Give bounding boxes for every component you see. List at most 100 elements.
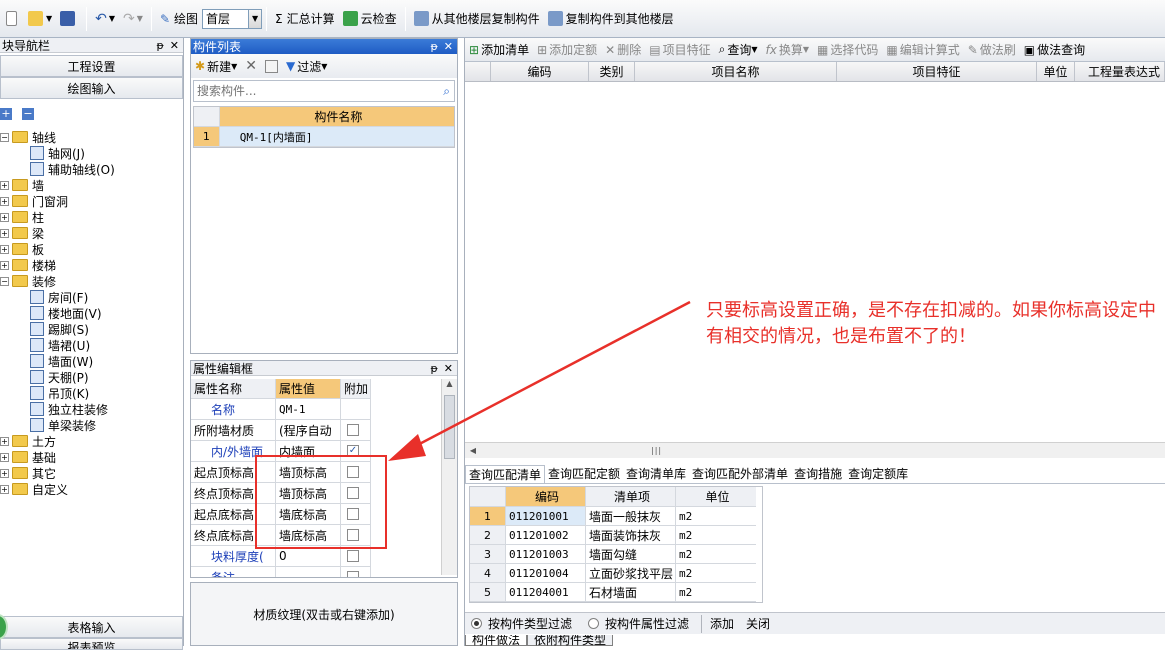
add-button[interactable]: 添加 (710, 615, 734, 632)
tree-folder-item[interactable]: + 梁 (0, 225, 183, 241)
property-value[interactable]: 0 (276, 546, 341, 567)
table-input-button[interactable]: 表格输入 (0, 616, 183, 638)
tree-folder-item[interactable]: + 柱 (0, 209, 183, 225)
expand-icon[interactable]: + (0, 452, 9, 462)
tree-folder-item[interactable]: + 墙 (0, 177, 183, 193)
query-tab[interactable]: 查询匹配清单 (465, 464, 546, 483)
save-button[interactable] (56, 6, 82, 32)
delete-button[interactable]: ✕ 删除 (601, 38, 645, 61)
property-value[interactable]: 内墙面 (276, 441, 341, 462)
method-grid-body[interactable] (465, 82, 1165, 442)
item-feature-button[interactable]: ▤ 项目特征 (645, 38, 714, 61)
property-value[interactable]: 墙底标高 (276, 504, 341, 525)
expand-icon[interactable]: + (0, 180, 9, 190)
collapse-icon[interactable]: − (0, 276, 9, 286)
sum-calc-button[interactable]: Σ 汇总计算 (271, 6, 339, 32)
pin-icon[interactable]: ᵽ (156, 39, 163, 52)
tree-folder-item[interactable]: + 自定义 (0, 481, 183, 497)
draw-button[interactable]: ✎ 绘图 (156, 6, 202, 32)
tree-folder-item[interactable]: + 板 (0, 241, 183, 257)
tree-folder-item[interactable]: + 其它 (0, 465, 183, 481)
property-row[interactable]: 备注 (191, 567, 457, 577)
property-value[interactable]: 墙底标高 (276, 525, 341, 546)
filter-button[interactable]: ▼ 过滤 ▼ (286, 58, 327, 75)
property-scrollbar[interactable]: ▲ (441, 379, 457, 575)
tab-component-method[interactable]: 构件做法 (465, 635, 528, 646)
collapse-all-icon[interactable]: − (22, 108, 34, 120)
checkbox-icon[interactable] (347, 508, 359, 520)
method-query-button[interactable]: ▣ 做法查询 (1020, 38, 1089, 61)
property-row[interactable]: 起点顶标高 墙顶标高 (191, 462, 457, 483)
close-icon[interactable]: ✕ (170, 39, 179, 52)
component-search-input[interactable] (194, 84, 424, 98)
cloud-check-button[interactable]: 云检查 (339, 6, 401, 32)
tree-leaf-item[interactable]: 独立柱装修 (0, 401, 183, 417)
tree-leaf-item[interactable]: 单梁装修 (0, 417, 183, 433)
checkbox-icon[interactable] (347, 466, 359, 478)
tree-leaf-item[interactable]: 房间(F) (0, 289, 183, 305)
scroll-thumb[interactable] (444, 395, 455, 459)
property-row[interactable]: 起点底标高 墙底标高 (191, 504, 457, 525)
property-row[interactable]: 所附墙材质 (程序自动 (191, 420, 457, 441)
table-row[interactable]: 2 011201002 墙面装饰抹灰 m2 (470, 526, 762, 545)
expand-icon[interactable]: + (0, 244, 9, 254)
report-preview-button[interactable]: 报表预览 (0, 638, 183, 650)
property-row[interactable]: 名称 QM-1 (191, 399, 457, 420)
copy-from-floor-button[interactable]: 从其他楼层复制构件 (410, 6, 544, 32)
table-row[interactable]: 1 011201001 墙面一般抹灰 m2 (470, 507, 762, 526)
tree-leaf-item[interactable]: 墙面(W) (0, 353, 183, 369)
horizontal-scrollbar[interactable]: ◀ ||| (465, 442, 1165, 458)
undo-button[interactable]: ↶ ▼ (91, 6, 119, 32)
copy-to-floor-button[interactable]: 复制构件到其他楼层 (544, 6, 678, 32)
tree-folder-item[interactable]: − 装修 (0, 273, 183, 289)
expand-icon[interactable]: + (0, 468, 9, 478)
add-quota-button[interactable]: ⊞ 添加定额 (533, 38, 601, 61)
table-row[interactable]: 1 QM-1[内墙面] (194, 127, 454, 147)
tree-leaf-item[interactable]: 轴网(J) (0, 145, 183, 161)
query-button[interactable]: ⌕ 查询 ▼ (715, 38, 762, 61)
tree-folder-item[interactable]: + 基础 (0, 449, 183, 465)
property-value[interactable]: QM-1 (276, 399, 341, 420)
scroll-grip-icon[interactable]: ||| (651, 446, 662, 455)
copy-component-icon[interactable] (264, 59, 278, 73)
tree-leaf-item[interactable]: 踢脚(S) (0, 321, 183, 337)
scroll-up-icon[interactable]: ▲ (442, 379, 457, 393)
query-tab[interactable]: 查询清单库 (623, 465, 689, 483)
property-row[interactable]: 终点底标高 墙底标高 (191, 525, 457, 546)
property-row[interactable]: 内/外墙面 内墙面 ✓ (191, 441, 457, 462)
checkbox-icon[interactable] (347, 550, 359, 562)
checkbox-checked-icon[interactable]: ✓ (347, 445, 359, 457)
scroll-left-icon[interactable]: ◀ (465, 446, 481, 455)
query-tab[interactable]: 查询定额库 (845, 465, 911, 483)
property-value[interactable]: (程序自动 (276, 420, 341, 441)
close-icon[interactable]: ✕ (444, 40, 453, 53)
checkbox-icon[interactable] (347, 529, 359, 541)
tree-folder-item[interactable]: + 土方 (0, 433, 183, 449)
convert-button[interactable]: fx 换算 ▼ (762, 38, 814, 61)
checkbox-icon[interactable] (347, 571, 359, 577)
expand-icon[interactable]: + (0, 260, 9, 270)
filter-by-type-radio[interactable]: 按构件类型过滤 (471, 615, 572, 632)
material-panel[interactable]: 材质纹理(双击或右键添加) (190, 582, 458, 646)
table-row[interactable]: 3 011201003 墙面勾缝 m2 (470, 545, 762, 564)
close-button[interactable]: 关闭 (746, 615, 770, 632)
table-row[interactable]: 4 011201004 立面砂浆找平层 m2 (470, 564, 762, 583)
close-icon[interactable]: ✕ (444, 362, 453, 375)
delete-component-button[interactable]: ✕ (245, 58, 257, 74)
query-tab[interactable]: 查询措施 (791, 465, 845, 483)
query-tab[interactable]: 查询匹配定额 (545, 465, 623, 483)
tree-leaf-item[interactable]: 天棚(P) (0, 369, 183, 385)
query-tab[interactable]: 查询匹配外部清单 (689, 465, 791, 483)
select-code-button[interactable]: ▦ 选择代码 (813, 38, 882, 61)
expand-icon[interactable]: + (0, 212, 9, 222)
edit-formula-button[interactable]: ▦ 编辑计算式 (882, 38, 963, 61)
expand-icon[interactable]: + (0, 484, 9, 494)
pin-icon[interactable]: ᵽ (430, 362, 437, 375)
tree-folder-item[interactable]: + 门窗洞 (0, 193, 183, 209)
tree-leaf-item[interactable]: 楼地面(V) (0, 305, 183, 321)
search-icon[interactable]: ⌕ (443, 84, 454, 99)
open-file-button[interactable]: ▼ (24, 6, 56, 32)
expand-icon[interactable]: + (0, 196, 9, 206)
table-row[interactable]: 5 011204001 石材墙面 m2 (470, 583, 762, 602)
property-value[interactable]: 墙顶标高 (276, 483, 341, 504)
